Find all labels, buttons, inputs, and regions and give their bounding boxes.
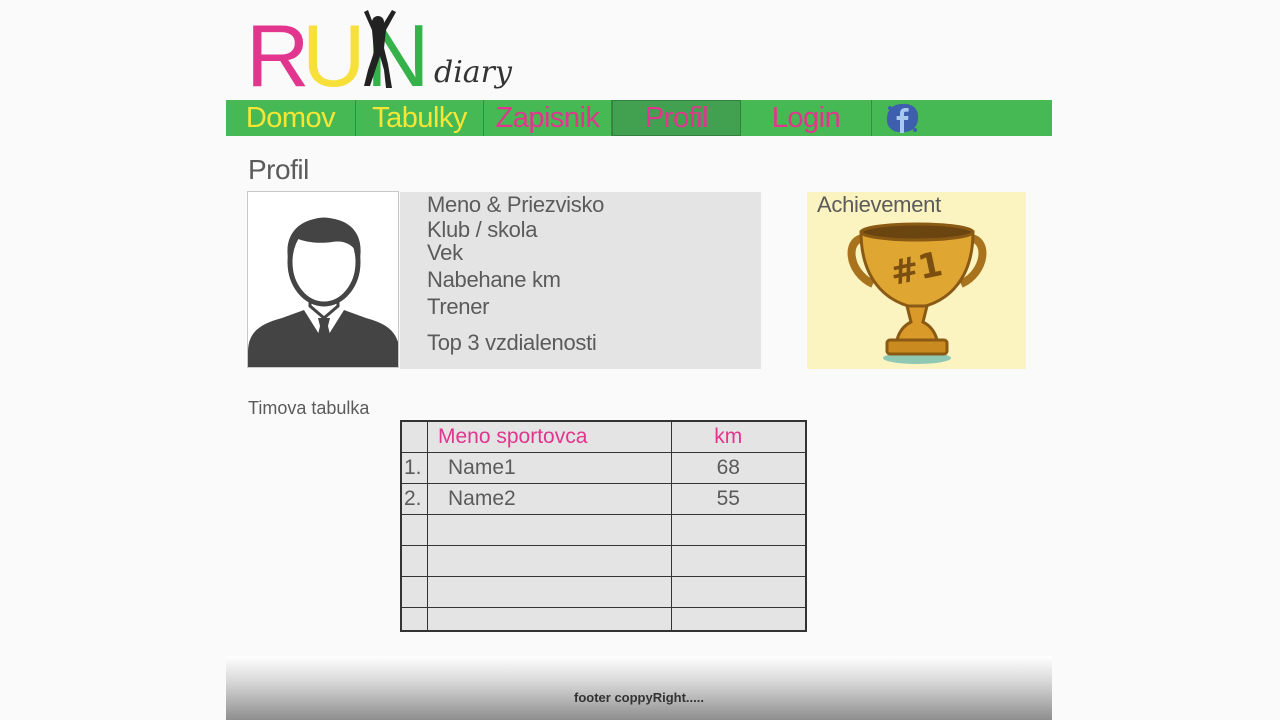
table-cell-name bbox=[427, 514, 672, 546]
info-km: Nabehane km bbox=[427, 267, 561, 292]
table-cell-name: Name1 bbox=[427, 452, 672, 484]
table-cell-km bbox=[671, 576, 806, 608]
table-header-km: km bbox=[671, 420, 806, 453]
info-age: Vek bbox=[427, 240, 463, 265]
logo-letter-u: U bbox=[302, 8, 366, 92]
table-header-row: Meno sportovca km bbox=[400, 420, 806, 453]
info-coach: Trener bbox=[427, 294, 490, 319]
page: R U N diary Domov Tabulky Zapisnik Profi… bbox=[226, 0, 1052, 720]
table-cell-km bbox=[671, 607, 806, 632]
table-cell-km bbox=[671, 514, 806, 546]
logo-letter-r: R bbox=[246, 8, 310, 92]
table-cell-name bbox=[427, 545, 672, 577]
table-cell-km: 68 bbox=[671, 452, 806, 484]
user-avatar-icon bbox=[248, 217, 398, 367]
footer: footer coppyRight..... bbox=[226, 656, 1052, 720]
main-nav: Domov Tabulky Zapisnik Profil Login bbox=[226, 100, 1052, 136]
page-title: Profil bbox=[248, 154, 309, 185]
table-cell-rank bbox=[400, 607, 428, 632]
footer-copyright: footer coppyRight..... bbox=[574, 690, 704, 705]
achievement-panel: Achievement #1 bbox=[807, 192, 1026, 369]
nav-domov[interactable]: Domov bbox=[226, 100, 356, 136]
team-table: Meno sportovca km 1. Name1 68 2. Name2 5… bbox=[400, 420, 807, 632]
logo[interactable]: R U N diary bbox=[246, 8, 516, 92]
table-row: 1. Name1 68 bbox=[400, 452, 806, 484]
table-cell-name: Name2 bbox=[427, 483, 672, 515]
nav-profil[interactable]: Profil bbox=[612, 100, 741, 136]
nav-tabulky[interactable]: Tabulky bbox=[356, 100, 484, 136]
table-cell-rank bbox=[400, 514, 428, 546]
nav-zapisnik[interactable]: Zapisnik bbox=[484, 100, 612, 136]
table-cell-rank: 1. bbox=[400, 452, 428, 484]
info-name: Meno & Priezvisko bbox=[427, 192, 605, 217]
nav-login[interactable]: Login bbox=[741, 100, 872, 136]
table-header-name: Meno sportovca bbox=[427, 420, 672, 453]
table-row bbox=[400, 545, 806, 577]
facebook-icon bbox=[886, 103, 919, 133]
profile-info: Meno & Priezvisko Klub / skola Vek Nabeh… bbox=[400, 192, 761, 369]
table-cell-name bbox=[427, 576, 672, 608]
table-cell-rank: 2. bbox=[400, 483, 428, 515]
info-top3: Top 3 vzdialenosti bbox=[427, 330, 597, 355]
facebook-link[interactable] bbox=[872, 100, 932, 136]
avatar[interactable] bbox=[247, 191, 399, 368]
logo-diary: diary bbox=[434, 55, 513, 90]
table-row bbox=[400, 576, 806, 608]
table-row: 2. Name2 55 bbox=[400, 483, 806, 515]
team-table-title: Timova tabulka bbox=[248, 398, 370, 418]
table-row bbox=[400, 607, 806, 632]
table-cell-rank bbox=[400, 576, 428, 608]
table-cell-name bbox=[427, 607, 672, 632]
table-cell-rank bbox=[400, 545, 428, 577]
trophy-icon: #1 bbox=[847, 222, 987, 364]
table-header-rank bbox=[400, 420, 428, 453]
table-cell-km: 55 bbox=[671, 483, 806, 515]
table-row bbox=[400, 514, 806, 546]
table-cell-km bbox=[671, 545, 806, 577]
